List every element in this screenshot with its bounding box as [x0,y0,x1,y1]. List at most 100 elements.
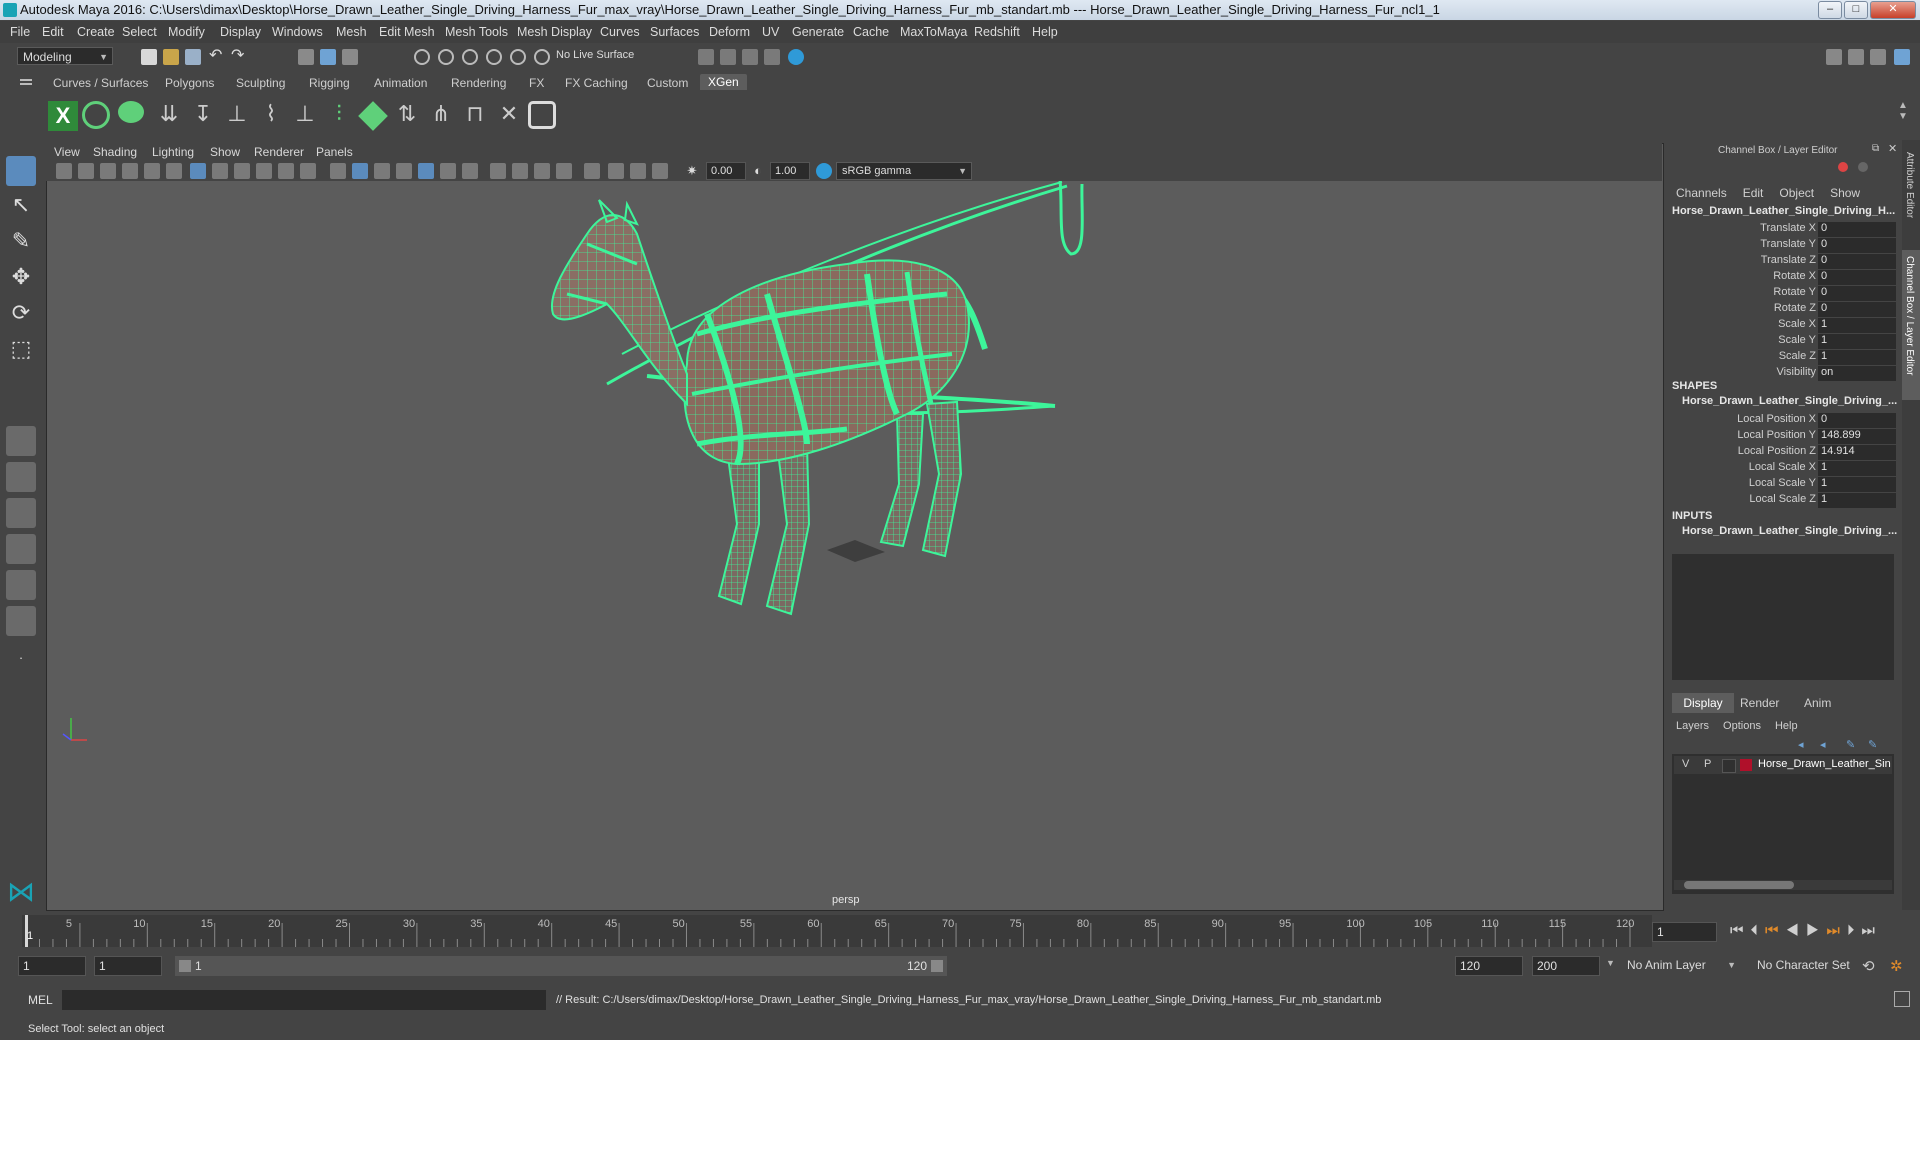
channel-row[interactable]: Local Position X0 [1668,413,1900,429]
menu-mesh-display[interactable]: Mesh Display [517,25,592,39]
render-settings-icon[interactable] [764,49,780,65]
horse-wireframe-model[interactable] [47,144,1663,910]
menu-select[interactable]: Select [122,25,157,39]
modeling-toolkit-icon[interactable] [1826,49,1842,65]
menu-mesh-tools[interactable]: Mesh Tools [445,25,508,39]
film-gate-icon[interactable] [212,163,228,179]
channel-row[interactable]: Translate Z0 [1668,254,1900,270]
tab-rigging[interactable]: Rigging [309,76,350,90]
step-back-icon[interactable]: ⏴ [1751,922,1766,939]
xray-icon[interactable] [608,163,624,179]
menu-modify[interactable]: Modify [168,25,205,39]
menu-redshift[interactable]: Redshift [974,25,1020,39]
range-end-handle[interactable] [931,960,943,972]
channel-box-tab[interactable]: Channel Box / Layer Editor [1904,256,1915,376]
channel-label[interactable]: Scale Y [1778,334,1816,346]
bookmark-icon[interactable] [100,163,116,179]
current-frame-field[interactable]: 1 [1652,922,1717,942]
gate-mask-icon[interactable] [256,163,272,179]
xgen-sculpt-guides-icon[interactable]: ⫶ [324,101,354,131]
range-start-handle[interactable] [179,960,191,972]
channel-box-toggle-icon[interactable] [1894,49,1910,65]
xgen-guide-flip-icon[interactable]: ⇅ [392,101,422,131]
select-component-icon[interactable] [342,49,358,65]
attribute-editor-toggle-icon[interactable] [1848,49,1864,65]
menu-generate[interactable]: Generate [792,25,844,39]
layer-color-swatch[interactable] [1740,759,1752,771]
xgen-layer-icon[interactable] [358,101,388,131]
channel-label[interactable]: Local Scale Z [1749,493,1816,505]
layout-single-icon[interactable] [6,426,36,456]
channel-value[interactable]: 0 [1818,302,1896,317]
go-to-end-icon[interactable]: ⏭ [1861,922,1882,939]
play-forward-icon[interactable]: ▶ [1806,922,1826,939]
channel-value[interactable]: on [1818,366,1896,381]
channel-value[interactable]: 1 [1818,334,1896,349]
channel-row[interactable]: Rotate Z0 [1668,302,1900,318]
layer-tab-render[interactable]: Render [1740,696,1779,710]
layout-four-icon[interactable] [6,462,36,492]
perspective-viewport[interactable]: persp [46,143,1664,911]
tool-settings-toggle-icon[interactable] [1870,49,1886,65]
object-name[interactable]: Horse_Drawn_Leather_Single_Driving_H... [1672,205,1895,217]
float-panel-icon[interactable]: ⧉ [1872,143,1879,154]
channel-label[interactable]: Local Scale X [1749,461,1816,473]
tab-fx[interactable]: FX [529,76,544,90]
color-management-icon[interactable] [816,163,832,179]
tab-custom[interactable]: Custom [647,76,688,90]
resolution-gate-icon[interactable] [234,163,250,179]
wireframe-icon[interactable] [330,163,346,179]
snap-grid-icon[interactable] [414,49,430,65]
layout-two-icon[interactable] [6,498,36,528]
layers-menu[interactable]: Layers [1676,720,1709,732]
field-chart-icon[interactable] [278,163,294,179]
channel-row[interactable]: Scale Y1 [1668,334,1900,350]
new-layer-icon[interactable]: ✎ [1846,738,1855,751]
menu-file[interactable]: File [10,25,30,39]
layout-hypershade-icon[interactable] [6,606,36,636]
ipr-render-icon[interactable] [742,49,758,65]
xgen-eye-icon[interactable] [82,101,110,129]
use-lights-icon[interactable] [440,163,456,179]
channel-label[interactable]: Local Position Y [1737,429,1816,441]
ambient-occlusion-icon[interactable] [490,163,506,179]
menu-edit[interactable]: Edit [42,25,64,39]
channel-row[interactable]: Translate X0 [1668,222,1900,238]
channel-value[interactable]: 14.914 [1818,445,1896,460]
move-layer-down-icon[interactable]: ◂ [1820,738,1826,751]
layer-tab-anim[interactable]: Anim [1804,696,1831,710]
camera-icon[interactable] [56,163,72,179]
snap-live-icon[interactable] [510,49,526,65]
tab-rendering[interactable]: Rendering [451,76,506,90]
menu-deform[interactable]: Deform [709,25,750,39]
shadows-icon[interactable] [462,163,478,179]
xgen-guide-move-icon[interactable]: ↧ [188,101,218,131]
2d-pan-zoom-icon[interactable] [144,163,160,179]
new-scene-icon[interactable] [141,49,157,65]
chevron-down-icon[interactable]: ▼ [1606,958,1615,968]
camera-attr-icon[interactable] [78,163,94,179]
menu-maxtomaya[interactable]: MaxToMaya [900,25,967,39]
channel-value[interactable]: 0 [1818,286,1896,301]
channel-value[interactable]: 0 [1818,222,1896,237]
channel-label[interactable]: Scale X [1778,318,1816,330]
channel-label[interactable]: Rotate Z [1774,302,1816,314]
channel-value[interactable]: 0 [1818,413,1896,428]
layer-row[interactable]: V P Horse_Drawn_Leather_Sin [1674,756,1892,774]
mode-dropdown[interactable]: Modeling ▼ [17,47,113,65]
step-forward-icon[interactable]: ⏵ [1847,922,1862,939]
menu-cache[interactable]: Cache [853,25,889,39]
menu-uv[interactable]: UV [762,25,779,39]
animation-preferences-icon[interactable]: ✲ [1890,957,1903,975]
redo-icon[interactable]: ↷ [231,48,247,65]
channel-row[interactable]: Local Position Y 148.899 [1668,429,1900,445]
tab-sculpting[interactable]: Sculpting [236,76,285,90]
channel-row[interactable]: Rotate X0 [1668,270,1900,286]
default-material-icon[interactable] [374,163,390,179]
move-tool-icon[interactable]: ✥ [6,264,36,294]
snap-view-plane-icon[interactable] [486,49,502,65]
step-forward-key-icon[interactable]: ⏭ [1826,922,1847,939]
tab-polygons[interactable]: Polygons [165,76,214,90]
play-backward-icon[interactable]: ◀ [1786,922,1806,939]
range-slider[interactable]: 1 120 [175,956,947,976]
